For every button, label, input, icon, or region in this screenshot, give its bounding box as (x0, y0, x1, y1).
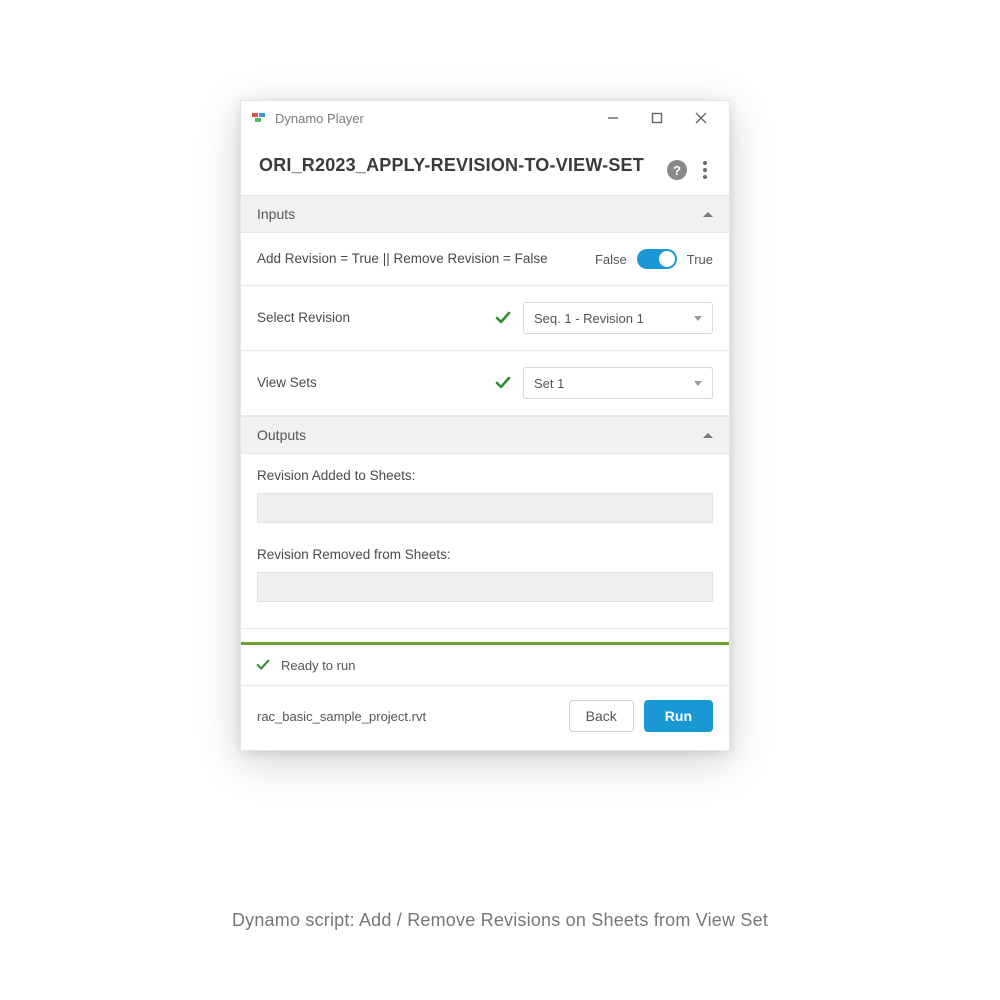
add-remove-toggle[interactable] (637, 249, 677, 269)
input-row-viewset: View Sets Set 1 (241, 351, 729, 416)
toggle-off-label: False (595, 252, 627, 267)
chevron-up-icon (703, 433, 713, 438)
app-icon (251, 110, 267, 126)
window-controls (591, 103, 723, 133)
output-removed-value (257, 572, 713, 602)
outputs-body: Revision Added to Sheets: Revision Remov… (241, 454, 729, 628)
output-removed-label: Revision Removed from Sheets: (257, 547, 713, 562)
toggle-on-label: True (687, 252, 713, 267)
inputs-section-label: Inputs (257, 206, 295, 222)
back-button-label: Back (586, 708, 617, 724)
toggle-knob (659, 251, 675, 267)
maximize-button[interactable] (635, 103, 679, 133)
run-button-label: Run (665, 708, 692, 724)
check-icon (493, 373, 513, 393)
dynamo-player-window: Dynamo Player ORI_R2023_APPLY-REVISION-T… (240, 100, 730, 751)
status-bar: Ready to run (241, 645, 729, 686)
input-row-revision: Select Revision Seq. 1 - Revision 1 (241, 286, 729, 351)
viewset-select[interactable]: Set 1 (523, 367, 713, 399)
close-button[interactable] (679, 103, 723, 133)
minimize-button[interactable] (591, 103, 635, 133)
outputs-section-header[interactable]: Outputs (241, 416, 729, 454)
inputs-section-header[interactable]: Inputs (241, 195, 729, 233)
check-icon (253, 655, 273, 675)
window-title: Dynamo Player (275, 111, 591, 126)
revision-label: Select Revision (257, 308, 493, 328)
chevron-up-icon (703, 212, 713, 217)
script-header: ORI_R2023_APPLY-REVISION-TO-VIEW-SET ? (241, 135, 729, 195)
more-menu-icon[interactable] (699, 159, 711, 181)
toggle-control: False True (595, 249, 713, 269)
spacer (241, 628, 729, 642)
help-icon[interactable]: ? (667, 160, 687, 180)
output-added-value (257, 493, 713, 523)
image-caption: Dynamo script: Add / Remove Revisions on… (0, 910, 1000, 931)
chevron-down-icon (694, 381, 702, 386)
toggle-label: Add Revision = True || Remove Revision =… (257, 249, 595, 269)
back-button[interactable]: Back (569, 700, 634, 732)
input-row-toggle: Add Revision = True || Remove Revision =… (241, 233, 729, 286)
chevron-down-icon (694, 316, 702, 321)
revision-select-value: Seq. 1 - Revision 1 (534, 311, 694, 326)
titlebar: Dynamo Player (241, 101, 729, 135)
revision-select[interactable]: Seq. 1 - Revision 1 (523, 302, 713, 334)
viewset-select-value: Set 1 (534, 376, 694, 391)
script-title: ORI_R2023_APPLY-REVISION-TO-VIEW-SET (259, 153, 667, 177)
viewset-label: View Sets (257, 373, 493, 393)
footer: rac_basic_sample_project.rvt Back Run (241, 686, 729, 750)
check-icon (493, 308, 513, 328)
output-added-label: Revision Added to Sheets: (257, 468, 713, 483)
header-actions: ? (667, 153, 711, 181)
project-file-name: rac_basic_sample_project.rvt (257, 709, 569, 724)
outputs-section-label: Outputs (257, 427, 306, 443)
status-text: Ready to run (281, 658, 355, 673)
run-button[interactable]: Run (644, 700, 713, 732)
